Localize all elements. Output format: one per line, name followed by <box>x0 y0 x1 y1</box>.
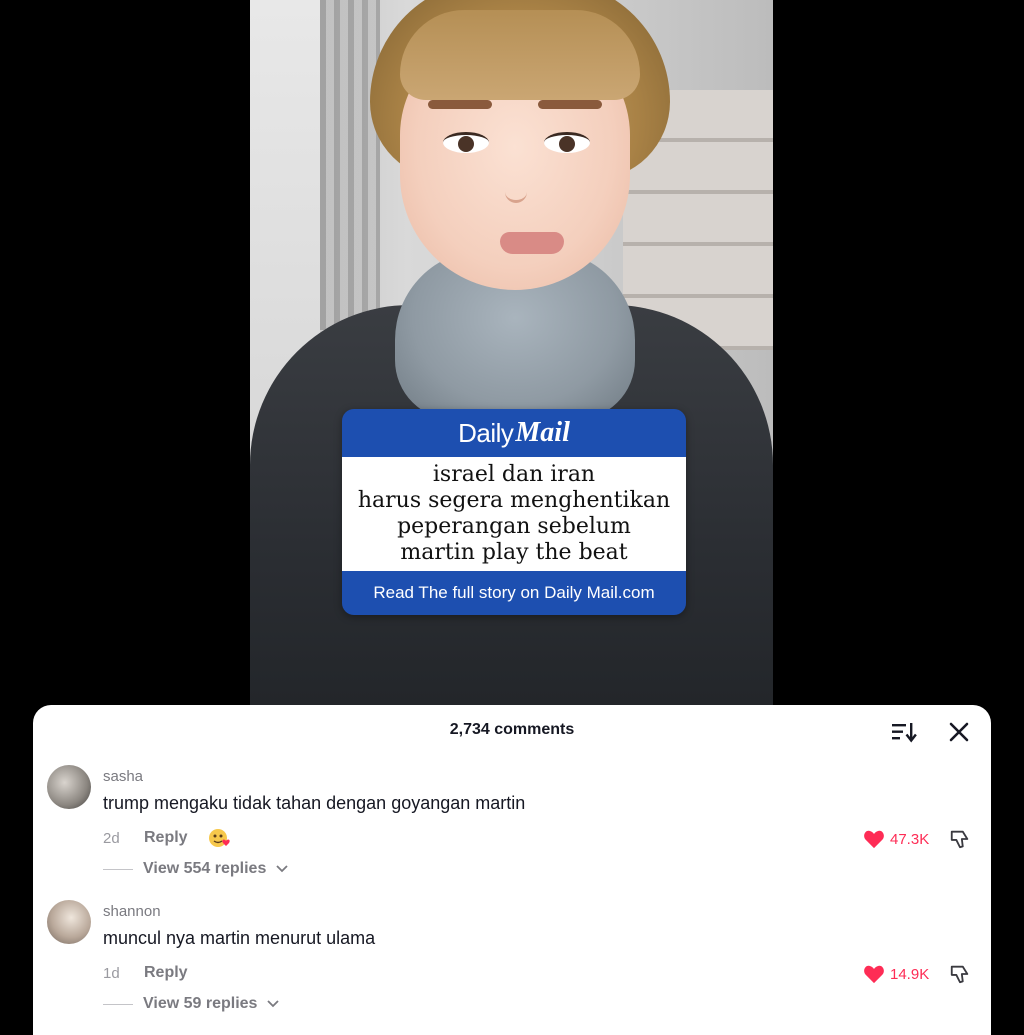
avatar[interactable] <box>47 765 91 809</box>
reply-button[interactable]: Reply <box>144 829 188 847</box>
person-fringe <box>400 10 640 100</box>
news-headline: israel dan iran harus segera menghentika… <box>358 462 670 566</box>
nose <box>505 160 527 203</box>
headline-line: israel dan iran <box>432 462 596 487</box>
sort-icon[interactable] <box>891 721 917 743</box>
right-eyebrow <box>538 100 602 109</box>
lips <box>500 232 564 254</box>
heart-icon <box>864 965 884 984</box>
brand-daily: Daily <box>458 417 514 448</box>
view-replies-label: View 554 replies <box>143 860 267 877</box>
avatar[interactable] <box>47 900 91 944</box>
chevron-down-icon <box>276 865 288 873</box>
news-card-footer: Read The full story on Daily Mail.com <box>342 571 686 615</box>
comment-username[interactable]: shannon <box>103 903 161 920</box>
like-count: 47.3K <box>890 830 930 848</box>
like-button[interactable]: 14.9K <box>863 964 929 984</box>
comment-username[interactable]: sasha <box>103 768 143 785</box>
view-replies-button[interactable]: View 59 replies <box>103 995 280 1013</box>
comments-count: 2,734 comments <box>449 721 575 738</box>
headline-line: martin play the beat <box>400 540 628 565</box>
comment-text: trump mengaku tidak tahan dengan goyanga… <box>103 793 526 813</box>
close-icon[interactable] <box>947 720 971 744</box>
brand-mail: Mail <box>515 417 570 448</box>
dislike-icon[interactable] <box>949 828 971 850</box>
divider-line <box>103 868 133 870</box>
heart-icon <box>864 830 884 849</box>
headline-line: harus segera menghentikan <box>357 488 671 513</box>
news-card-body: israel dan iran harus segera menghentika… <box>342 457 686 571</box>
comment-time: 2d <box>103 830 120 847</box>
like-count: 14.9K <box>890 965 930 983</box>
chevron-down-icon <box>267 1000 280 1008</box>
right-eye <box>544 132 590 153</box>
reply-button[interactable]: Reply <box>144 964 188 982</box>
divider-line <box>103 1003 133 1005</box>
headline-line: peperangan sebelum <box>397 514 631 539</box>
comment-time: 1d <box>103 965 120 982</box>
left-eye <box>443 132 489 153</box>
view-replies-button[interactable]: View 554 replies <box>103 860 288 878</box>
comment-text: muncul nya martin menurut ulama <box>103 928 376 948</box>
dislike-icon[interactable] <box>949 963 971 985</box>
news-card-header: Daily Mail <box>342 409 686 457</box>
news-card: Daily Mail israel dan iran harus segera … <box>342 409 686 615</box>
like-button[interactable]: 47.3K <box>863 829 929 849</box>
background-railing <box>320 0 380 330</box>
sticker-emoji-icon <box>209 829 230 847</box>
left-eyebrow <box>428 100 492 109</box>
comments-sheet: 2,734 comments sasha trump mengaku tidak… <box>33 705 991 1035</box>
view-replies-label: View 59 replies <box>143 995 258 1012</box>
